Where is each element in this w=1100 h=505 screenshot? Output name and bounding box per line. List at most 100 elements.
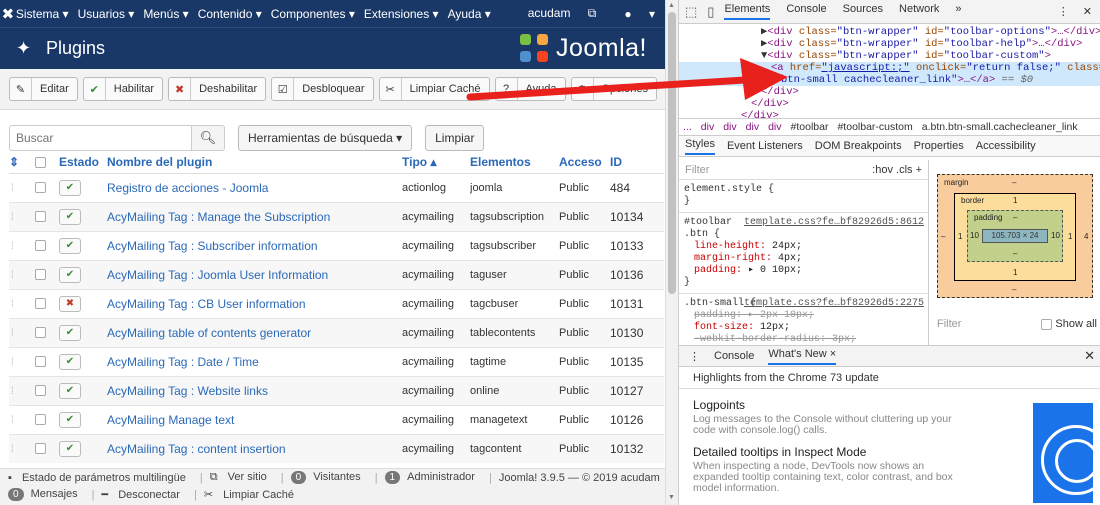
checkbox-cell[interactable] bbox=[35, 317, 59, 347]
styles-filter-actions[interactable]: :hov .cls + bbox=[872, 164, 922, 176]
select-all-header[interactable] bbox=[35, 151, 59, 174]
drag-handle-icon[interactable]: ⁞ bbox=[9, 212, 14, 223]
habilitar-button[interactable]: ✔ Habilitar bbox=[82, 77, 164, 101]
checkbox-cell[interactable] bbox=[35, 288, 59, 318]
editar-button[interactable]: ✎ Editar bbox=[9, 77, 78, 101]
breadcrumb-item[interactable]: #toolbar-custom bbox=[837, 121, 912, 133]
drag-handle-icon[interactable]: ⁞ bbox=[9, 270, 14, 281]
opciones-button[interactable]: ⚙ Opciones bbox=[570, 77, 657, 101]
topnav-menu-item[interactable]: Extensiones ▾ bbox=[364, 7, 439, 21]
styles-subtab[interactable]: Styles bbox=[685, 138, 715, 155]
checkbox-cell[interactable] bbox=[35, 433, 59, 463]
logout-link[interactable]: ━ Desconectar bbox=[102, 488, 187, 501]
drag-handle-icon[interactable]: ⁞ bbox=[9, 328, 14, 339]
devtools-tab[interactable]: Network bbox=[899, 3, 939, 20]
dom-node-line[interactable]: ▶<div class="btn-wrapper" id="toolbar-he… bbox=[679, 38, 1100, 50]
drag-handle-cell[interactable]: ⁞ bbox=[9, 346, 35, 376]
status-cell[interactable]: ✔ bbox=[59, 259, 107, 289]
name-header[interactable]: Nombre del plugin bbox=[107, 151, 402, 174]
page-scrollbar[interactable]: ▲ ▼ bbox=[665, 0, 678, 505]
deshabilitar-button[interactable]: ✖ Deshabilitar bbox=[168, 77, 267, 101]
selected-dom-node[interactable]: <a href="javascript:;" onclick="return f… bbox=[679, 62, 1100, 74]
css-rule[interactable]: #toolbar .btn {template.css?fe…bf82926d5:… bbox=[679, 213, 928, 294]
show-all-toggle[interactable]: Show all bbox=[1041, 318, 1097, 330]
close-drawer-icon[interactable]: ✕ bbox=[1084, 348, 1095, 364]
drag-handle-icon[interactable]: ⁞ bbox=[9, 415, 14, 426]
topnav-menu-item[interactable]: Menús ▾ bbox=[143, 7, 188, 21]
plugin-name-link[interactable]: AcyMailing Tag : CB User information bbox=[107, 288, 402, 318]
drag-handle-cell[interactable]: ⁞ bbox=[9, 317, 35, 347]
admins-indicator[interactable]: 1 Administrador bbox=[384, 471, 482, 484]
drawer-tab-console[interactable]: Console bbox=[714, 350, 754, 362]
row-checkbox[interactable] bbox=[35, 211, 46, 223]
select-all-checkbox[interactable] bbox=[35, 157, 46, 169]
status-cell[interactable]: ✔ bbox=[59, 172, 107, 202]
messages-indicator[interactable]: 0 Mensajes bbox=[8, 488, 85, 501]
id-header[interactable]: ID bbox=[610, 151, 664, 174]
plugin-name-link[interactable]: AcyMailing table of contents generator bbox=[107, 317, 402, 347]
devtools-tab[interactable]: » bbox=[955, 3, 961, 20]
clear-button[interactable]: Limpiar bbox=[425, 125, 485, 151]
visitors-indicator[interactable]: 0 Visitantes bbox=[290, 471, 368, 484]
plugin-name-link[interactable]: AcyMailing Tag : Joomla User Information bbox=[107, 259, 402, 289]
status-cell[interactable]: ✔ bbox=[59, 201, 107, 231]
attr-value-link[interactable]: "javascript:;" bbox=[821, 62, 909, 74]
drag-handle-icon[interactable]: ⁞ bbox=[9, 241, 14, 252]
breadcrumb-item[interactable]: ... bbox=[683, 121, 692, 133]
css-rule[interactable]: .btn-small {template.css?fe…bf82926d5:22… bbox=[679, 294, 928, 345]
plugin-name-link[interactable]: AcyMailing Tag : Subscriber information bbox=[107, 230, 402, 260]
search-tools-button[interactable]: Herramientas de búsqueda ▾ bbox=[238, 125, 413, 151]
drag-handle-cell[interactable]: ⁞ bbox=[9, 172, 35, 202]
scrollbar-thumb[interactable] bbox=[668, 12, 676, 294]
drag-handle-cell[interactable]: ⁞ bbox=[9, 433, 35, 463]
drag-handle-cell[interactable]: ⁞ bbox=[9, 288, 35, 318]
css-property[interactable]: margin-right: 4px; bbox=[684, 253, 923, 265]
more-options-icon[interactable]: ⋮ bbox=[1058, 5, 1069, 18]
access-header[interactable]: Acceso bbox=[559, 151, 610, 174]
row-checkbox[interactable] bbox=[35, 298, 46, 310]
row-checkbox[interactable] bbox=[35, 327, 46, 339]
plugin-name-link[interactable]: AcyMailing Tag : Website links bbox=[107, 375, 402, 405]
drag-handle-cell[interactable]: ⁞ bbox=[9, 201, 35, 231]
row-checkbox[interactable] bbox=[35, 385, 46, 397]
devtools-tab[interactable]: Sources bbox=[843, 3, 883, 20]
drag-handle-cell[interactable]: ⁞ bbox=[9, 404, 35, 434]
checkbox-cell[interactable] bbox=[35, 404, 59, 434]
dom-node-line[interactable]: ▶<div class="btn-wrapper" id="toolbar-op… bbox=[679, 26, 1100, 38]
user-menu-toggle[interactable]: ● ▾ bbox=[610, 7, 655, 21]
status-cell[interactable]: ✔ bbox=[59, 346, 107, 376]
desbloquear-button[interactable]: ☑ Desbloquear bbox=[271, 77, 374, 101]
topnav-menu-item[interactable]: Usuarios ▾ bbox=[78, 7, 135, 21]
topnav-menu-item[interactable]: Contenido ▾ bbox=[198, 7, 262, 21]
row-checkbox[interactable] bbox=[35, 414, 46, 426]
drag-handle-icon[interactable]: ⁞ bbox=[9, 386, 14, 397]
limpiar-cach--button[interactable]: ✂ Limpiar Caché bbox=[378, 77, 490, 101]
element-header[interactable]: Elementos bbox=[470, 151, 559, 174]
drawer-menu-icon[interactable]: ⋮ bbox=[689, 350, 700, 363]
css-property[interactable]: padding: ▸ 2px 10px; bbox=[684, 310, 923, 322]
styles-subtab[interactable]: DOM Breakpoints bbox=[815, 140, 902, 152]
show-all-checkbox[interactable] bbox=[1041, 318, 1053, 330]
search-input[interactable] bbox=[9, 125, 191, 151]
checkbox-cell[interactable] bbox=[35, 172, 59, 202]
device-toolbar-icon[interactable]: ▯ bbox=[707, 4, 714, 20]
type-header[interactable]: Tipo ▴ bbox=[402, 151, 470, 174]
breadcrumb-item[interactable]: #toolbar bbox=[791, 121, 829, 133]
enabled-check-icon[interactable]: ✔ bbox=[59, 179, 81, 196]
breadcrumb-item[interactable]: div bbox=[746, 121, 759, 133]
view-site-link[interactable]: ⧉ Ver sitio bbox=[210, 471, 274, 484]
scroll-up-icon[interactable]: ▲ bbox=[668, 2, 675, 9]
topnav-menu-item[interactable]: Componentes ▾ bbox=[271, 7, 355, 21]
drag-handle-icon[interactable]: ⁞ bbox=[9, 357, 14, 368]
news-item[interactable]: Logpoints Log messages to the Console wit… bbox=[679, 398, 979, 436]
enabled-check-icon[interactable]: ✔ bbox=[59, 237, 81, 254]
drag-handle-cell[interactable]: ⁞ bbox=[9, 375, 35, 405]
drawer-tab-whats-new[interactable]: What's New × bbox=[768, 348, 837, 365]
css-property[interactable]: -webkit-border-radius: 3px; bbox=[684, 334, 923, 345]
styles-filter[interactable]: Filter :hov .cls + bbox=[679, 160, 928, 180]
drag-handle-icon[interactable]: ⁞ bbox=[9, 183, 14, 194]
selected-dom-node-continued[interactable]: btn-small cachecleaner_link">…</a> == $0 bbox=[679, 74, 1100, 86]
row-checkbox[interactable] bbox=[35, 240, 46, 252]
css-property[interactable]: line-height: 24px; bbox=[684, 241, 923, 253]
checkbox-cell[interactable] bbox=[35, 230, 59, 260]
